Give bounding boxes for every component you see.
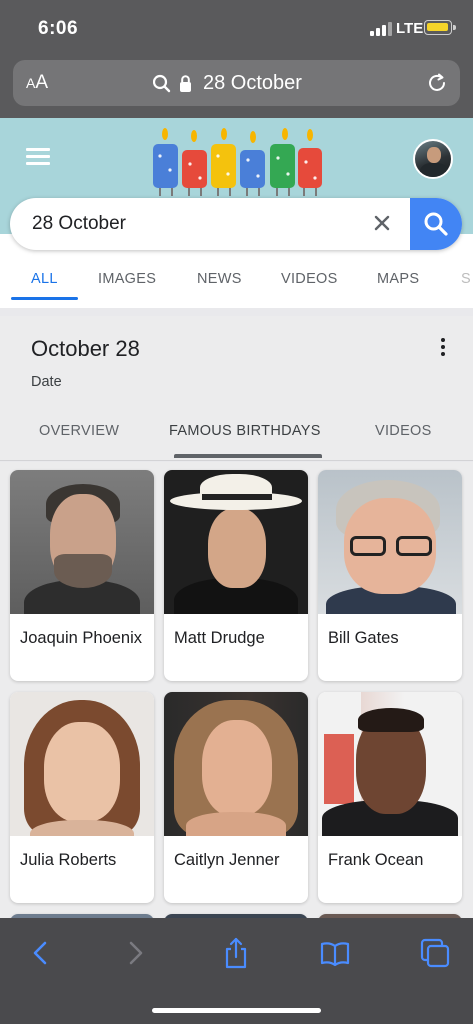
tab-images[interactable]: IMAGES — [98, 271, 156, 287]
tab-videos[interactable]: VIDEOS — [281, 271, 338, 287]
network-type: LTE — [396, 20, 424, 37]
panel-tab-indicator — [174, 454, 322, 458]
google-birthday-doodle[interactable] — [150, 126, 325, 200]
person-photo — [10, 470, 154, 614]
person-card[interactable]: Frank Ocean — [318, 692, 462, 903]
active-tab-indicator — [11, 297, 78, 300]
person-name: Joaquin Phoenix — [20, 629, 143, 647]
search-button[interactable] — [410, 198, 462, 250]
person-photo — [10, 692, 154, 836]
search-icon — [424, 212, 448, 236]
person-photo — [164, 470, 308, 614]
bookmarks-icon[interactable] — [318, 936, 352, 970]
screen: 6:06 LTE AA 28 October 28 October ALL IM… — [0, 0, 473, 1024]
account-avatar[interactable] — [413, 139, 453, 179]
tab-maps[interactable]: MAPS — [377, 271, 419, 287]
person-name: Julia Roberts — [20, 851, 117, 869]
address-bar[interactable]: AA 28 October — [13, 60, 460, 106]
person-card[interactable]: Julia Roberts — [10, 692, 154, 903]
tab-famous-birthdays[interactable]: FAMOUS BIRTHDAYS — [169, 423, 321, 439]
knowledge-panel: October 28 Date OVERVIEW FAMOUS BIRTHDAY… — [0, 316, 473, 461]
text-size-button[interactable]: AA — [26, 72, 48, 94]
panel-title: October 28 — [31, 336, 140, 361]
tab-overview[interactable]: OVERVIEW — [39, 423, 119, 439]
person-card[interactable]: Matt Drudge — [164, 470, 308, 681]
tab-all[interactable]: ALL — [31, 271, 58, 287]
search-input[interactable]: 28 October — [32, 213, 126, 235]
share-icon[interactable] — [219, 936, 253, 970]
menu-icon[interactable] — [26, 148, 50, 166]
reload-icon[interactable] — [426, 72, 448, 94]
tab-news[interactable]: NEWS — [197, 271, 242, 287]
tab-panel-videos[interactable]: VIDEOS — [375, 423, 432, 439]
signal-icon — [370, 22, 392, 36]
person-card[interactable]: Caitlyn Jenner — [164, 692, 308, 903]
tabs-icon[interactable] — [418, 936, 452, 970]
forward-icon[interactable] — [118, 936, 152, 970]
search-box[interactable]: 28 October — [10, 198, 462, 250]
person-photo — [318, 470, 462, 614]
search-tabs: ALL IMAGES NEWS VIDEOS MAPS S — [0, 263, 473, 303]
battery-icon — [424, 20, 456, 35]
person-name: Frank Ocean — [328, 851, 424, 869]
person-photo — [318, 692, 462, 836]
candle-letters — [153, 144, 322, 196]
person-card[interactable]: Joaquin Phoenix — [10, 470, 154, 681]
back-icon[interactable] — [24, 936, 58, 970]
clear-icon[interactable] — [372, 213, 392, 233]
home-indicator — [152, 1008, 321, 1013]
url-text[interactable]: 28 October — [203, 72, 302, 95]
browser-top-chrome: 6:06 LTE AA 28 October — [0, 0, 473, 118]
tab-shopping-partial[interactable]: S — [461, 271, 471, 287]
status-time: 6:06 — [38, 18, 79, 39]
panel-subtitle: Date — [31, 374, 62, 390]
person-photo — [164, 692, 308, 836]
person-name: Matt Drudge — [174, 629, 265, 647]
more-options-icon[interactable] — [440, 338, 446, 356]
person-card[interactable]: Bill Gates — [318, 470, 462, 681]
candle-flames — [162, 128, 313, 143]
person-name: Caitlyn Jenner — [174, 851, 280, 869]
lock-icon — [180, 75, 191, 92]
person-name: Bill Gates — [328, 629, 399, 647]
search-icon — [152, 74, 171, 93]
google-header: 28 October ALL IMAGES NEWS VIDEOS MAPS S — [0, 118, 473, 308]
browser-toolbar — [0, 918, 473, 1024]
famous-birthdays-grid: Joaquin Phoenix Matt Drudge Bill Gates J… — [0, 462, 473, 922]
